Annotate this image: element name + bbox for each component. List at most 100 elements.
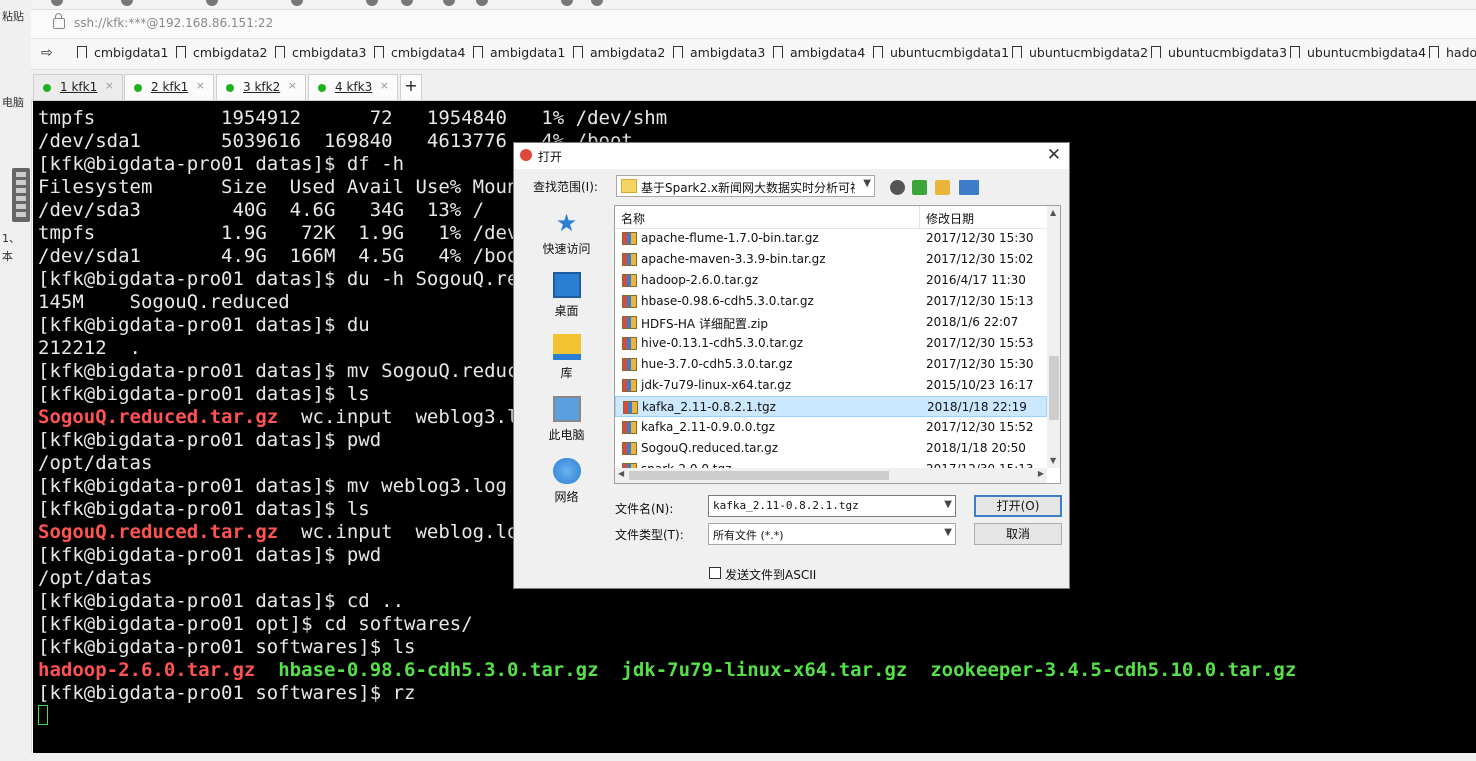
tab-session-2[interactable]: 2 kfk1 × xyxy=(124,74,214,100)
file-row[interactable]: kafka_2.11-0.9.0.0.tgz 2017/12/30 15:52 xyxy=(615,417,1047,438)
open-sessions-icon[interactable]: ⇨ xyxy=(41,45,53,61)
session-url[interactable]: ssh://kfk:***@192.168.86.151:22 xyxy=(74,16,273,30)
terminal-line: /opt/datas xyxy=(38,452,153,474)
terminal-line: 212212 . xyxy=(38,337,141,359)
file-row[interactable]: apache-flume-1.7.0-bin.tar.gz 2017/12/30 … xyxy=(615,228,1047,249)
tab-session-1[interactable]: 1 kfk1 × xyxy=(33,74,123,100)
scrollbar-thumb[interactable] xyxy=(1049,356,1059,420)
bookmark-item[interactable]: ambigdata3 xyxy=(673,45,765,60)
file-row[interactable]: hadoop-2.6.0.tar.gz 2016/4/17 11:30 xyxy=(615,270,1047,291)
close-icon[interactable]: × xyxy=(288,79,297,92)
tab-label: 2 kfk1 xyxy=(151,80,189,94)
bookmark-icon xyxy=(573,46,583,58)
bookmark-item[interactable]: ambigdata1 xyxy=(473,45,565,60)
terminal-line: [kfk@bigdata-pro01 softwares]$ rz xyxy=(38,682,416,704)
bookmark-icon xyxy=(673,46,683,58)
file-row[interactable]: apache-maven-3.3.9-bin.tar.gz 2017/12/30 … xyxy=(615,249,1047,270)
close-icon[interactable]: × xyxy=(380,79,389,92)
background-label: 粘贴 xyxy=(2,10,24,23)
close-icon[interactable]: ✕ xyxy=(1047,145,1061,165)
places-sidebar: ★ 快速访问 桌面 库 此电脑 网络 xyxy=(524,205,609,515)
file-row[interactable]: HDFS-HA 详细配置.zip 2018/1/6 22:07 xyxy=(615,312,1047,333)
place-this-pc[interactable]: 此电脑 xyxy=(524,396,609,443)
vertical-scrollbar[interactable]: ▲ ▼ xyxy=(1047,206,1060,468)
chevron-down-icon: ▼ xyxy=(944,527,952,538)
open-button[interactable]: 打开(O) xyxy=(974,495,1062,517)
toolbar-icon[interactable] xyxy=(476,0,488,6)
close-icon[interactable]: × xyxy=(105,79,114,92)
toolbar-icon[interactable] xyxy=(291,0,303,6)
address-bar[interactable]: ssh://kfk:***@192.168.86.151:22 xyxy=(31,10,1476,39)
bookmark-item[interactable]: cmbigdata3 xyxy=(275,45,367,60)
toolbar-icon[interactable] xyxy=(591,0,603,6)
scroll-right-icon[interactable]: ▶ xyxy=(1038,469,1044,478)
toolbar-icon[interactable] xyxy=(206,0,218,6)
bookmark-item[interactable]: cmbigdata4 xyxy=(374,45,466,60)
file-row-selected[interactable]: kafka_2.11-0.8.2.1.tgz 2018/1/18 22:19 xyxy=(615,396,1047,417)
terminal-line: [kfk@bigdata-pro01 datas]$ ls xyxy=(38,498,370,520)
computer-icon xyxy=(552,396,581,422)
look-in-combobox[interactable]: 基于Spark2.x新闻网大数据实时分析可视 ▼ xyxy=(616,175,875,197)
toolbar-icon[interactable] xyxy=(443,0,455,6)
toolbar-icon[interactable] xyxy=(561,0,573,6)
place-label: 桌面 xyxy=(554,304,579,318)
file-row[interactable]: hive-0.13.1-cdh5.3.0.tar.gz 2017/12/30 15… xyxy=(615,333,1047,354)
scroll-up-icon[interactable]: ▲ xyxy=(1050,208,1056,217)
file-row[interactable]: hbase-0.98.6-cdh5.3.0.tar.gz 2017/12/30 1… xyxy=(615,291,1047,312)
bookmark-item[interactable]: cmbigdata2 xyxy=(176,45,268,60)
archive-icon xyxy=(622,295,637,308)
checkbox-box[interactable] xyxy=(709,567,721,579)
toolbar-icon[interactable] xyxy=(121,0,133,6)
column-header-name[interactable]: 名称 xyxy=(621,210,645,227)
filetype-select[interactable]: 所有文件 (*.*) ▼ xyxy=(708,523,956,545)
column-header-date[interactable]: 修改日期 xyxy=(926,210,974,227)
column-separator[interactable] xyxy=(919,206,920,228)
place-network[interactable]: 网络 xyxy=(524,458,609,505)
dialog-titlebar[interactable]: 打开 ✕ xyxy=(514,143,1069,169)
cancel-button[interactable]: 取消 xyxy=(974,523,1062,545)
scroll-left-icon[interactable]: ◀ xyxy=(618,469,624,478)
connected-status-icon xyxy=(318,84,326,92)
new-folder-icon[interactable] xyxy=(935,180,950,195)
terminal-cursor xyxy=(38,705,48,725)
tab-label: 1 kfk1 xyxy=(60,80,98,94)
up-folder-icon[interactable] xyxy=(912,180,927,195)
bookmark-item[interactable]: ubuntucmbigdata1 xyxy=(873,45,1009,60)
terminal-line: tmpfs 1954912 72 1954840 1% /dev/shm xyxy=(38,107,668,129)
horizontal-scrollbar[interactable]: ◀ ▶ xyxy=(615,468,1047,483)
star-icon: ★ xyxy=(555,209,578,237)
toolbar-icon[interactable] xyxy=(366,0,378,6)
back-icon[interactable] xyxy=(890,180,905,195)
place-quick-access[interactable]: ★ 快速访问 xyxy=(524,210,609,257)
bookmark-icon xyxy=(275,46,285,58)
tab-session-4[interactable]: 4 kfk3 × xyxy=(308,74,398,100)
place-libraries[interactable]: 库 xyxy=(524,334,609,381)
archive-icon xyxy=(622,421,637,434)
bookmark-item[interactable]: ubuntucmbigdata2 xyxy=(1012,45,1148,60)
tab-session-3[interactable]: 3 kfk2 × xyxy=(216,74,306,100)
new-tab-button[interactable]: + xyxy=(400,74,422,100)
archive-icon xyxy=(622,358,637,371)
toolbar-icon[interactable] xyxy=(401,0,413,6)
scroll-down-icon[interactable]: ▼ xyxy=(1050,456,1056,465)
file-list[interactable]: ^ 名称 修改日期 apache-flume-1.7.0-bin.tar.gz 2… xyxy=(614,205,1061,484)
bookmark-item[interactable]: cmbigdata1 xyxy=(77,45,169,60)
place-desktop[interactable]: 桌面 xyxy=(524,272,609,319)
file-row[interactable]: hue-3.7.0-cdh5.3.0.tar.gz 2017/12/30 15:3… xyxy=(615,354,1047,375)
scrollbar-thumb[interactable] xyxy=(629,471,889,480)
tab-label: 4 kfk3 xyxy=(335,80,373,94)
file-row[interactable]: jdk-7u79-linux-x64.tar.gz 2015/10/23 16:1… xyxy=(615,375,1047,396)
terminal-line: [kfk@bigdata-pro01 datas]$ mv weblog3.lo… xyxy=(38,475,530,497)
file-row[interactable]: SogouQ.reduced.tar.gz 2018/1/18 20:50 xyxy=(615,438,1047,459)
bookmark-item[interactable]: ubuntucmbigdata3 xyxy=(1151,45,1287,60)
toolbar-icon[interactable] xyxy=(51,0,63,6)
filename-input[interactable]: kafka_2.11-0.8.2.1.tgz ▼ xyxy=(708,495,956,517)
terminal-line: [kfk@bigdata-pro01 datas]$ df -h xyxy=(38,153,405,175)
view-menu-icon[interactable] xyxy=(959,180,979,195)
bookmark-item[interactable]: ambigdata2 xyxy=(573,45,665,60)
bookmark-item[interactable]: ubuntucmbigdata4 xyxy=(1290,45,1426,60)
bookmark-item[interactable]: hado xyxy=(1429,45,1476,60)
chevron-down-icon[interactable]: ▼ xyxy=(944,499,952,510)
bookmark-item[interactable]: ambigdata4 xyxy=(773,45,865,60)
close-icon[interactable]: × xyxy=(196,79,205,92)
